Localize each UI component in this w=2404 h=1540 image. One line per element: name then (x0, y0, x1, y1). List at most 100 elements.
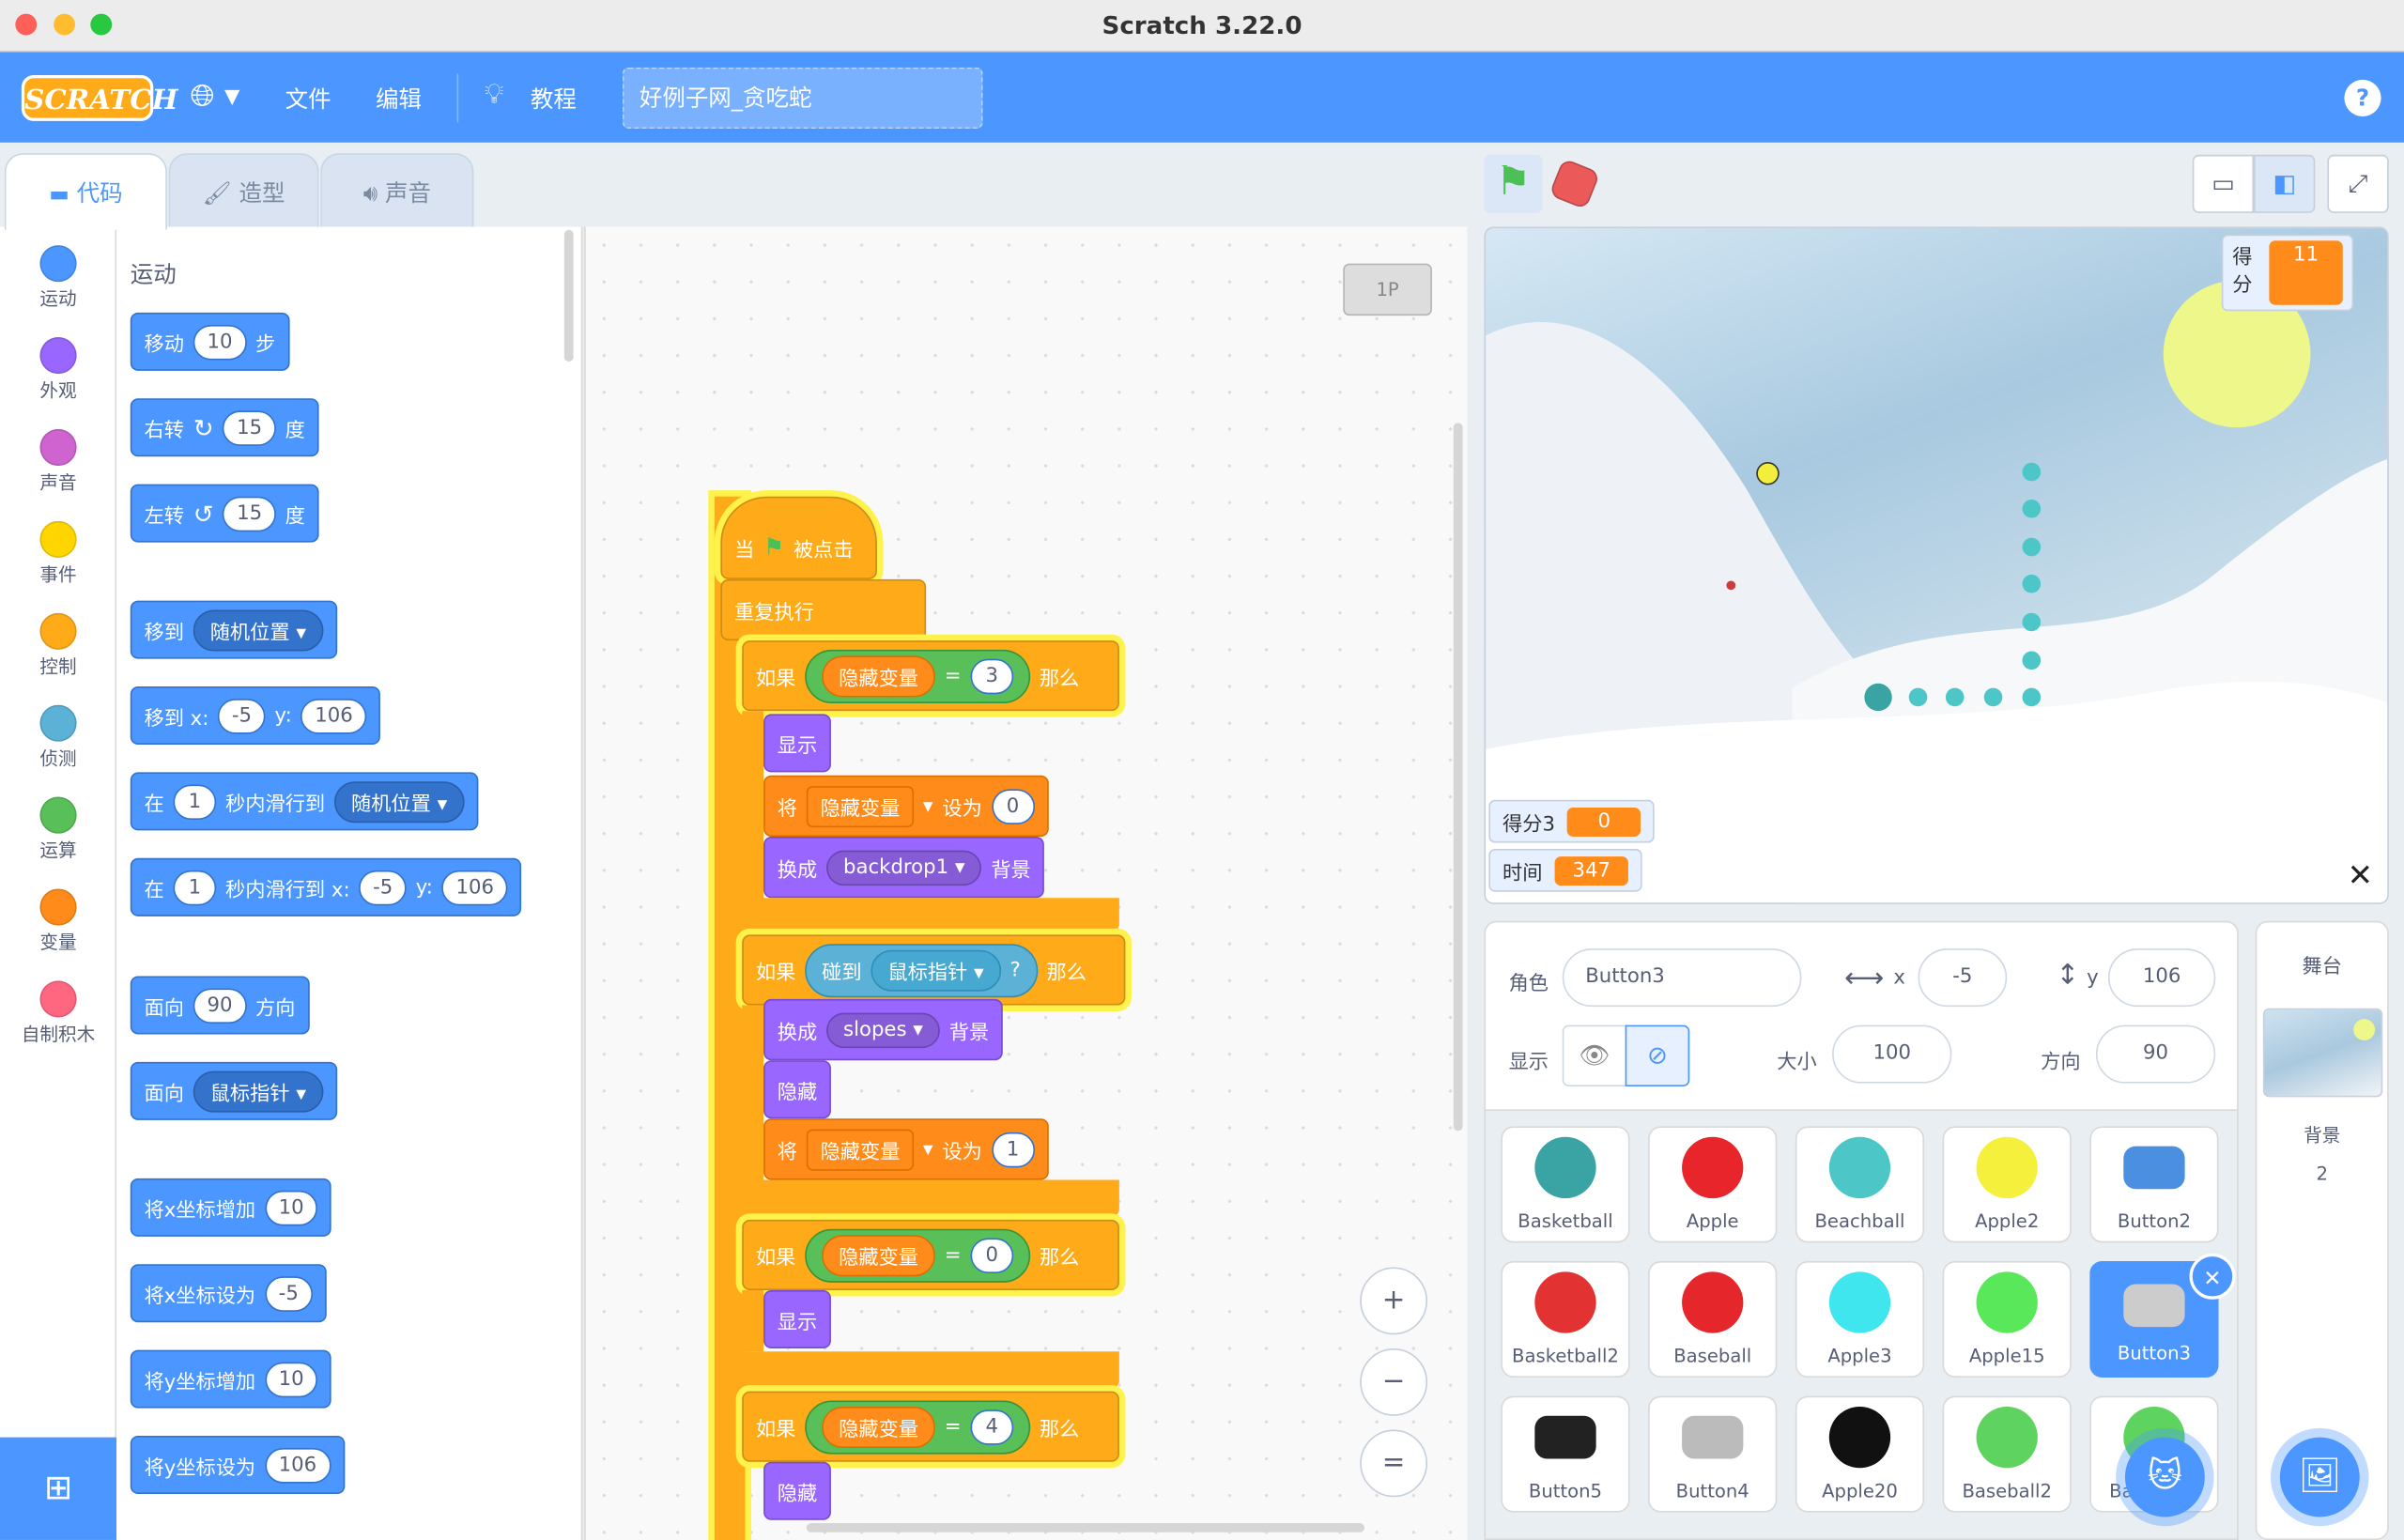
sprite-name-input[interactable]: Button3 (1562, 948, 1802, 1008)
sprite-tile[interactable]: Baseball (1648, 1260, 1778, 1378)
stop-button[interactable] (1549, 158, 1601, 210)
small-stage-button[interactable]: ▭ (2192, 154, 2255, 213)
fullscreen-icon[interactable]: ⤢ (2327, 154, 2389, 213)
set-y-block[interactable]: 将y坐标设为 106 (130, 1435, 345, 1495)
point-direction-block[interactable]: 面向 90 方向 (130, 976, 310, 1035)
sprite-tile[interactable]: Basketball (1501, 1126, 1630, 1243)
category-4[interactable]: 控制 (0, 601, 116, 693)
change-x-block[interactable]: 将x坐标增加 10 (130, 1178, 332, 1237)
sprite-tile[interactable]: Apple15 (1942, 1260, 2072, 1378)
y-input[interactable]: 106 (2107, 948, 2216, 1008)
zoom-reset-button[interactable]: = (1360, 1429, 1428, 1498)
set-x-block[interactable]: 将x坐标设为 -5 (130, 1264, 327, 1323)
add-backdrop-button[interactable]: 🖼︎ (2279, 1437, 2360, 1517)
forever-arm (714, 496, 746, 1540)
show-eye-icon[interactable]: 👁︎ (1562, 1024, 1627, 1086)
help-icon[interactable]: ? (2344, 79, 2381, 117)
scratch-logo[interactable]: SCRATCH (21, 74, 177, 121)
category-7[interactable]: 变量 (0, 876, 116, 968)
show-block-1[interactable]: 显示 (763, 714, 831, 773)
time-monitor[interactable]: 时间 347 (1488, 849, 1642, 892)
hide-eye-icon[interactable]: ⊘ (1625, 1024, 1690, 1086)
edit-menu[interactable]: 编辑 (376, 83, 422, 115)
sprite-thumbnail (1534, 1415, 1596, 1459)
normal-stage-button[interactable]: ◧ (2254, 154, 2316, 213)
category-1[interactable]: 外观 (0, 325, 116, 417)
close-icon[interactable]: ✕ (2348, 856, 2373, 893)
script-vscrollbar[interactable] (1453, 423, 1463, 1132)
goto-block[interactable]: 移到 随机位置 ▾ (130, 600, 337, 659)
stage-thumbnail[interactable] (2262, 1008, 2383, 1098)
score-monitor[interactable]: 得分 11 (2221, 234, 2354, 312)
sprite-tile[interactable]: Baseball2 (1942, 1395, 2072, 1513)
category-0[interactable]: 运动 (0, 233, 116, 325)
set-var-block-1[interactable]: 将隐藏变量 ▾ 设为 0 (763, 775, 1049, 837)
category-dot-icon (39, 336, 77, 375)
category-2[interactable]: 声音 (0, 417, 116, 509)
sprite-tile[interactable]: Beachball (1795, 1126, 1925, 1243)
if-block-3[interactable]: 如果 隐藏变量 = 0 那么 (742, 1219, 1119, 1290)
glide-block[interactable]: 在 1 秒内滑行到 随机位置 ▾ (130, 772, 478, 831)
sprite-tile[interactable]: Button2 (2089, 1126, 2219, 1243)
file-menu[interactable]: 文件 (285, 83, 331, 115)
script-area[interactable]: 1P 当 ⚑ 被点击 重复执行 如果 隐藏变量 = 3 那么 显示 将隐藏变量 ▾ 设为 0 … (584, 226, 1468, 1540)
zoom-out-button[interactable]: − (1360, 1348, 1428, 1416)
y-arrows-icon: ↕ (2056, 959, 2080, 992)
change-y-block[interactable]: 将y坐标增加 10 (130, 1349, 332, 1409)
sprite-tile[interactable]: Apple20 (1795, 1395, 1925, 1513)
size-input[interactable]: 100 (1832, 1024, 1952, 1084)
palette-scrollbar[interactable] (563, 229, 574, 362)
forever-block[interactable]: 重复执行 (720, 578, 927, 641)
glide-xy-block[interactable]: 在 1 秒内滑行到 x: -5 y: 106 (130, 857, 522, 916)
set-var-block-2[interactable]: 将隐藏变量 ▾ 设为 1 (763, 1118, 1049, 1180)
when-flag-clicked-block[interactable]: 当 ⚑ 被点击 (720, 496, 877, 579)
backdrops-label: 背景 (2304, 1124, 2341, 1147)
sprite-tile[interactable]: Button5 (1501, 1395, 1630, 1513)
green-flag-icon: ⚑ (763, 532, 785, 562)
score3-monitor[interactable]: 得分3 0 (1488, 799, 1656, 843)
sprite-name: Apple20 (1822, 1480, 1898, 1502)
add-sprite-button[interactable]: 🐱︎ (2124, 1437, 2205, 1517)
size-label: 大小 (1777, 1051, 1817, 1074)
tutorials-menu[interactable]: 教程 (531, 83, 577, 115)
sprite-tile[interactable]: Basketball2 (1501, 1260, 1630, 1378)
sprite-tile[interactable]: Apple3 (1795, 1260, 1925, 1378)
move-steps-block[interactable]: 移动 10 步 (130, 312, 289, 371)
if-block-1[interactable]: 如果 隐藏变量 = 3 那么 (742, 640, 1119, 712)
category-5[interactable]: 侦测 (0, 693, 116, 785)
direction-input[interactable]: 90 (2095, 1024, 2216, 1084)
show-block-2[interactable]: 显示 (763, 1289, 831, 1348)
script-hscrollbar[interactable] (806, 1523, 1365, 1532)
stage-canvas[interactable]: 得分 11 得分3 0 时间 347 ✕ (1484, 226, 2389, 904)
if-block-2[interactable]: 如果 碰到 鼠标指针 ▾? 那么 (742, 934, 1126, 1006)
turn-right-block[interactable]: 右转 ↻ 15 度 (130, 398, 319, 457)
green-flag-button[interactable]: ⚑ (1484, 154, 1543, 213)
x-input[interactable]: -5 (1918, 948, 2008, 1008)
project-title-input[interactable]: 好例子网_贪吃蛇 (622, 67, 983, 130)
tab-code[interactable]: ▬ 代码 (4, 153, 167, 230)
zoom-in-button[interactable]: + (1360, 1267, 1428, 1335)
hide-block-1[interactable]: 隐藏 (763, 1060, 831, 1119)
point-towards-block[interactable]: 面向 鼠标指针 ▾ (130, 1061, 337, 1120)
tab-sounds[interactable]: 🔊︎ 声音 (320, 153, 474, 227)
sprite-tile[interactable]: Button4 (1648, 1395, 1778, 1513)
hide-block-2[interactable]: 隐藏 (763, 1461, 831, 1520)
tab-costumes[interactable]: 🖌︎ 造型 (168, 153, 319, 227)
sprite-tile[interactable]: Apple2 (1942, 1126, 2072, 1243)
switch-backdrop-block-1[interactable]: 换成 backdrop1 ▾ 背景 (763, 836, 1045, 899)
if-block-4[interactable]: 如果 隐藏变量 = 4 那么 (742, 1391, 1119, 1462)
category-8[interactable]: 自制积木 (0, 968, 116, 1060)
category-dot-icon (39, 704, 77, 742)
category-3[interactable]: 事件 (0, 509, 116, 601)
delete-sprite-icon[interactable]: ✕ (2189, 1253, 2236, 1300)
lightbulb-icon[interactable]: 💡︎ (485, 78, 504, 110)
add-extension-button[interactable]: ⊞ (0, 1437, 117, 1540)
category-6[interactable]: 运算 (0, 784, 116, 876)
turn-left-block[interactable]: 左转 ↺ 15 度 (130, 484, 319, 543)
x-arrows-icon: ⟷ (1844, 962, 1885, 995)
sprite-tile[interactable]: Apple (1648, 1126, 1778, 1243)
goto-xy-block[interactable]: 移到 x: -5 y: 106 (130, 686, 381, 746)
switch-backdrop-block-2[interactable]: 换成 slopes ▾ 背景 (763, 998, 1003, 1061)
globe-icon[interactable]: 🌐︎ ▾ (190, 77, 239, 114)
sprite-name: Apple15 (1968, 1345, 2045, 1367)
